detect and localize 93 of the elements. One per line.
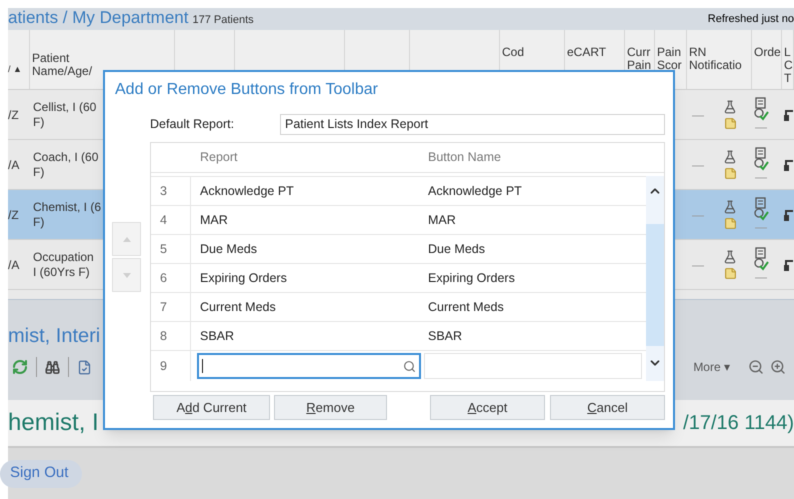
column-header[interactable]: Orde (754, 46, 781, 59)
table-cell: — (755, 220, 767, 232)
encounter-title: hemist, I (8, 408, 99, 438)
dialog-button[interactable]: Remove (274, 395, 387, 420)
column-header[interactable]: Pain Scor (657, 46, 686, 72)
column-header[interactable]: Curr Pain (627, 46, 654, 72)
row-number: 9 (151, 351, 191, 381)
patient-name: Chemist, I (6 F) (32, 200, 102, 230)
table-cell-text: Current Meds (199, 298, 277, 316)
column-header[interactable]: L C T (784, 46, 792, 85)
patient-name: Coach, I (60 F) (32, 150, 100, 180)
binoculars-icon[interactable] (45, 360, 60, 374)
search-icon[interactable] (403, 360, 416, 372)
report-row[interactable]: 4 MAR MAR (151, 205, 646, 235)
column-header: Report (199, 149, 239, 166)
refresh-status: Refreshed just no (708, 12, 794, 27)
sticky-note-icon[interactable] (724, 166, 736, 180)
connector-icon[interactable] (784, 258, 793, 270)
column-header[interactable]: eCART (567, 46, 624, 59)
default-report-field[interactable]: Patient Lists Index Report (280, 114, 665, 135)
more-menu[interactable]: More ▾ (693, 358, 730, 376)
report-row[interactable]: 3 Acknowledge PT Acknowledge PT (151, 176, 646, 206)
table-cell-text: Acknowledge PT (427, 182, 522, 200)
patient-name: Cellist, I (60 F) (32, 100, 98, 130)
report-search-field[interactable] (197, 353, 421, 379)
order-clipboard-icon[interactable] (753, 146, 769, 170)
table-cell-text: Expiring Orders (199, 270, 288, 287)
table-cell-text: — (691, 206, 705, 224)
column-header[interactable]: Patient Name/Age/ (32, 52, 102, 78)
patient-count: 177 Patients (192, 13, 254, 28)
table-cell-text: /Z (8, 106, 20, 124)
table-cell-text: SBAR (427, 328, 462, 345)
table-cell-text: /A (8, 156, 20, 174)
report-row[interactable]: 7 Current Meds Current Meds (151, 292, 646, 322)
table-cell-text: MAR (427, 212, 456, 229)
field-label: Default Report: (150, 116, 236, 134)
row-number: 4 (151, 206, 191, 234)
report-row[interactable]: 8 SBAR SBAR (151, 321, 646, 351)
table-cell-text: /Z (8, 206, 20, 224)
connector-icon[interactable] (784, 208, 793, 220)
scrollbar[interactable] (646, 176, 664, 381)
table-cell-text: Expiring Orders (427, 270, 515, 287)
column-header: Button Name (427, 149, 501, 166)
down-arrow-icon (122, 272, 130, 278)
table-cell-text: Due Meds (199, 240, 258, 258)
encounter-title: /17/16 1144) (683, 411, 794, 436)
lab-flask-icon[interactable] (723, 200, 737, 214)
sticky-note-icon[interactable] (724, 116, 736, 130)
connector-icon[interactable] (784, 108, 793, 120)
table-cell: — (755, 170, 767, 182)
row-number: 6 (151, 264, 191, 292)
report-row[interactable]: 6 Expiring Orders Expiring Orders (151, 263, 646, 293)
lab-flask-icon[interactable] (723, 100, 737, 114)
row-number: 3 (151, 177, 191, 205)
table-cell-text: Current Meds (427, 298, 504, 316)
table-cell-text: SBAR (199, 328, 236, 345)
up-arrow-icon (122, 236, 130, 242)
table-cell: — (755, 270, 767, 282)
patient-banner-name: mist, Interi (8, 324, 100, 348)
table-cell-text: MAR (199, 212, 229, 229)
table-cell-text: — (691, 106, 705, 124)
scrollbar-thumb[interactable] (646, 224, 664, 346)
row-number: 7 (151, 293, 191, 321)
connector-icon[interactable] (784, 158, 793, 170)
table-cell-text: — (691, 256, 705, 274)
page-title: atients / My Department (8, 9, 188, 26)
patient-name: Occupation I (60Yrs F) (32, 250, 95, 280)
order-clipboard-icon[interactable] (753, 196, 769, 220)
column-header[interactable]: / ▲ (8, 63, 22, 76)
sticky-note-icon[interactable] (724, 266, 736, 280)
dialog-button[interactable]: Accept (430, 395, 545, 420)
zoom-in-icon[interactable] (770, 359, 786, 375)
report-row[interactable]: 5 Due Meds Due Meds (151, 234, 646, 264)
dialog-title: Add or Remove Buttons from Toolbar (115, 80, 379, 100)
dialog-button[interactable]: Cancel (550, 395, 665, 420)
column-header[interactable]: Cod (502, 46, 564, 59)
order-clipboard-icon[interactable] (753, 96, 769, 120)
lab-flask-icon[interactable] (723, 250, 737, 264)
table-cell-text: /A (8, 256, 20, 274)
table-cell-text: — (691, 156, 705, 174)
dialog-button[interactable]: Add Current (153, 395, 270, 420)
document-check-icon[interactable] (77, 360, 92, 374)
table-cell: — (755, 120, 767, 132)
order-clipboard-icon[interactable] (753, 246, 769, 270)
row-number: 5 (151, 235, 191, 263)
column-header[interactable]: RN Notificatio (689, 46, 751, 72)
button-name-field[interactable] (424, 353, 642, 379)
table-cell-text: Acknowledge PT (199, 182, 295, 200)
row-number: 8 (151, 322, 191, 350)
lab-flask-icon[interactable] (723, 150, 737, 164)
table-cell-text: Due Meds (427, 240, 485, 258)
zoom-out-icon[interactable] (748, 359, 764, 375)
refresh-icon[interactable] (12, 359, 28, 375)
